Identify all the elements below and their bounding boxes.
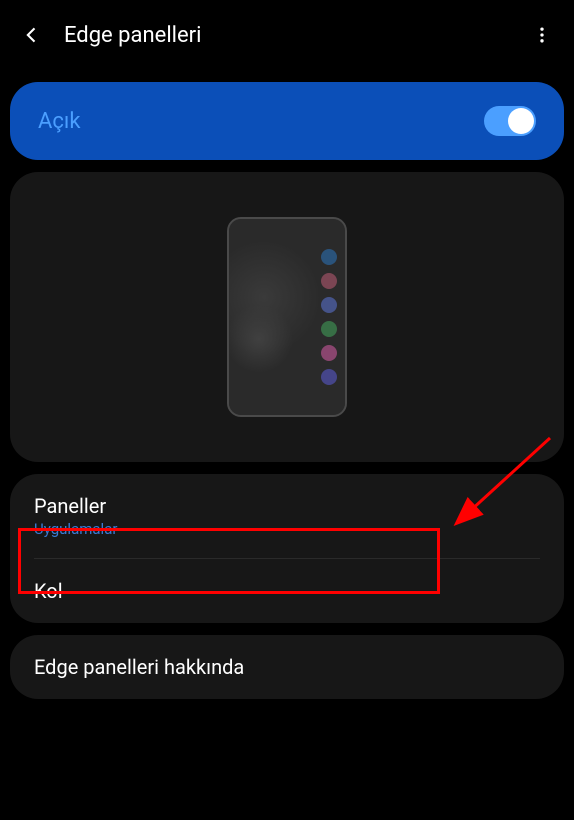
toggle-thumb bbox=[508, 108, 534, 134]
page-title: Edge panelleri bbox=[64, 23, 530, 48]
edge-dot bbox=[321, 369, 337, 385]
phone-preview bbox=[227, 217, 347, 417]
edge-dot bbox=[321, 249, 337, 265]
master-toggle-card[interactable]: Açık bbox=[10, 82, 564, 160]
about-item[interactable]: Edge panelleri hakkında bbox=[10, 635, 564, 699]
about-card: Edge panelleri hakkında bbox=[10, 635, 564, 699]
more-icon[interactable] bbox=[530, 23, 554, 47]
settings-list: Paneller Uygulamalar Kol bbox=[10, 474, 564, 623]
edge-dot bbox=[321, 345, 337, 361]
kol-item[interactable]: Kol bbox=[10, 559, 564, 623]
list-item-title: Edge panelleri hakkında bbox=[34, 655, 540, 679]
paneller-item[interactable]: Paneller Uygulamalar bbox=[10, 474, 564, 558]
list-item-title: Paneller bbox=[34, 494, 540, 518]
edge-dot bbox=[321, 321, 337, 337]
edge-dot bbox=[321, 273, 337, 289]
edge-panel-dots bbox=[321, 249, 337, 385]
toggle-switch[interactable] bbox=[484, 106, 536, 136]
back-icon[interactable] bbox=[20, 23, 44, 47]
preview-card bbox=[10, 172, 564, 462]
list-item-title: Kol bbox=[34, 579, 540, 603]
edge-dot bbox=[321, 297, 337, 313]
list-item-subtitle: Uygulamalar bbox=[34, 520, 540, 538]
toggle-label: Açık bbox=[38, 109, 80, 134]
header: Edge panelleri bbox=[0, 0, 574, 70]
